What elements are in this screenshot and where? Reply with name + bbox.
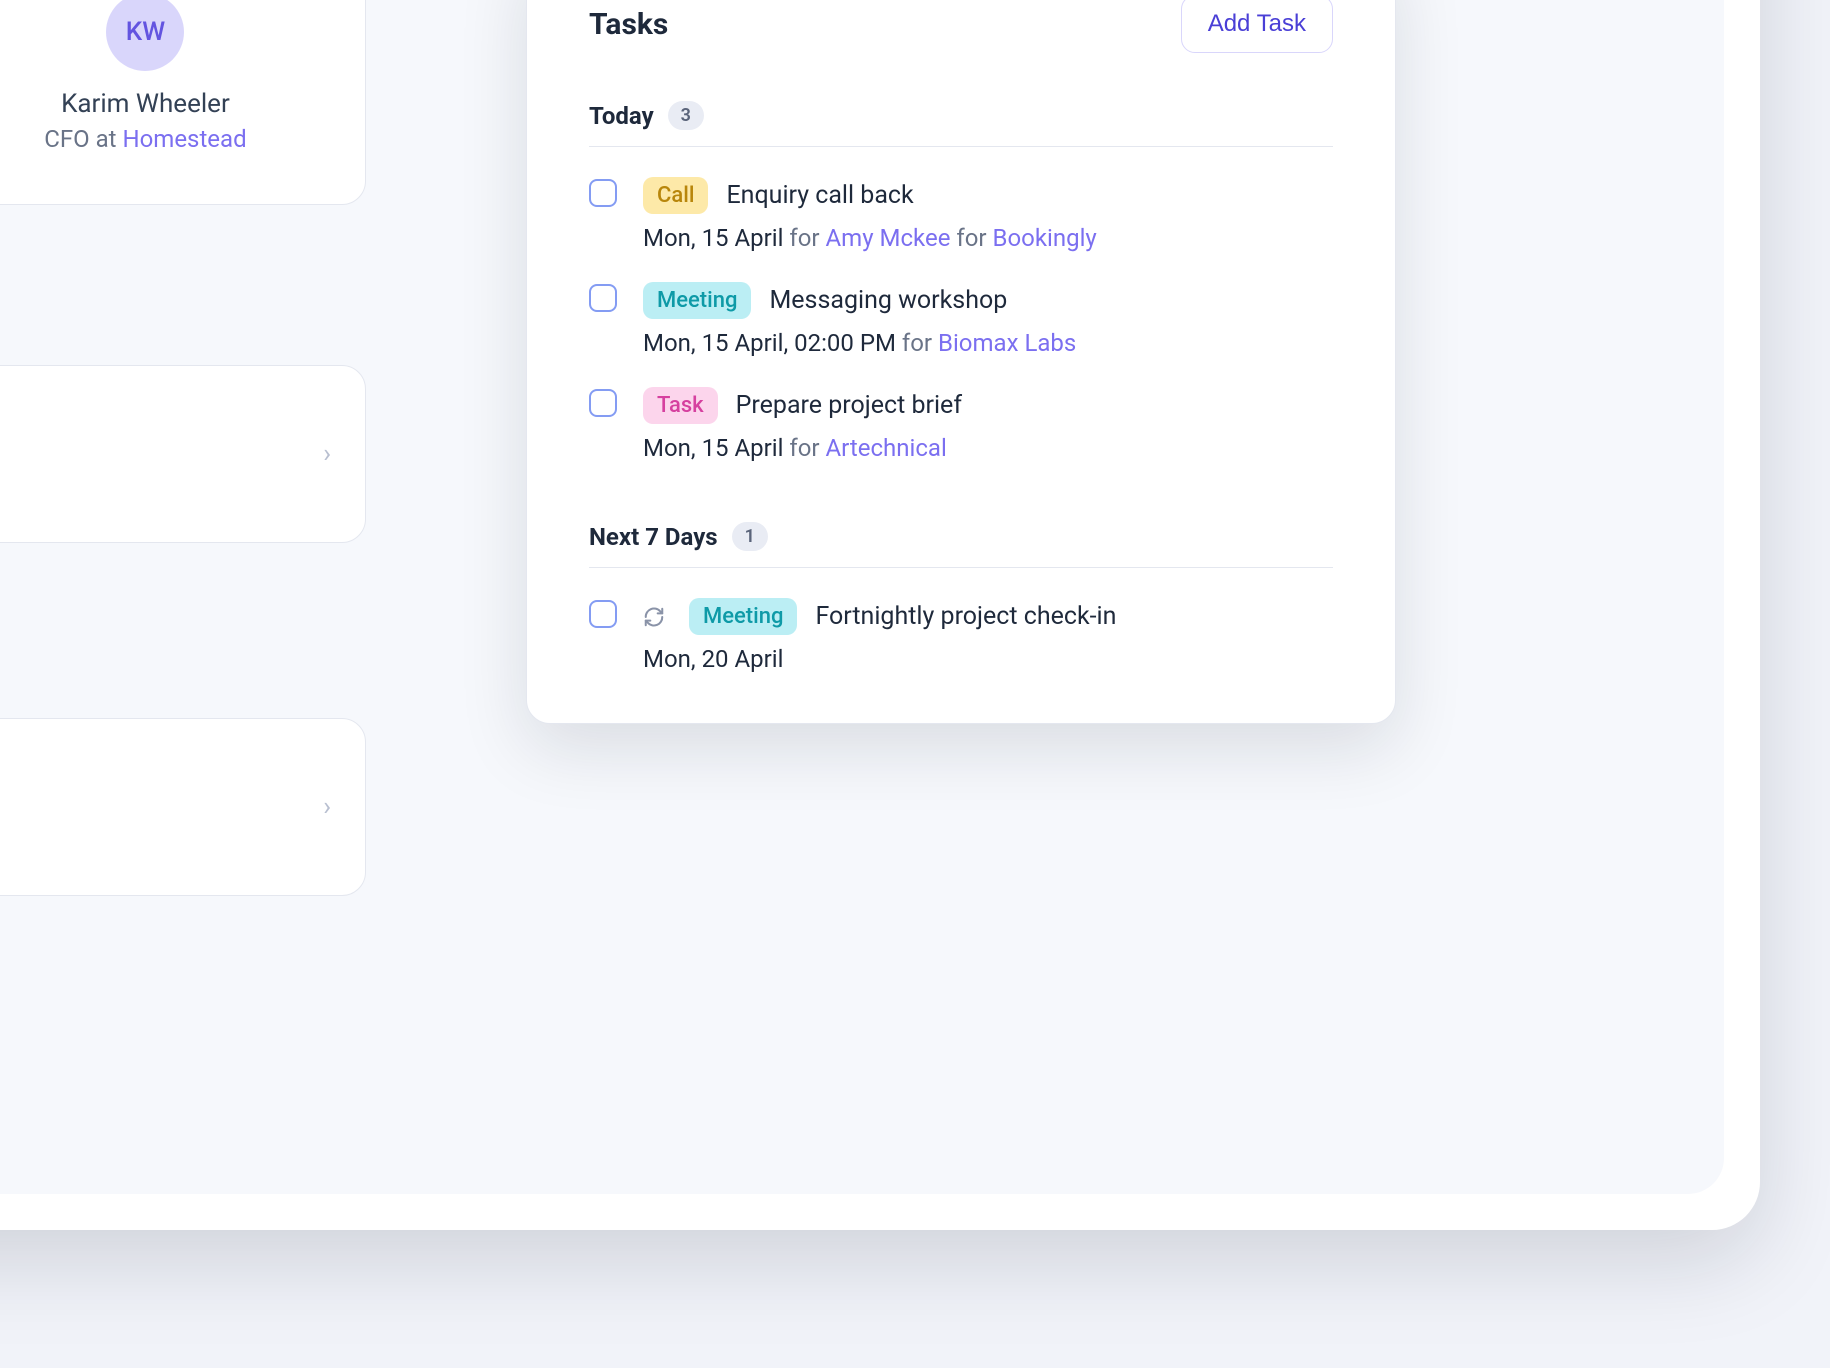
task-tag: Meeting bbox=[689, 598, 797, 635]
task-subtitle: Mon, 20 April bbox=[643, 645, 1333, 673]
chevron-right-icon: › bbox=[323, 439, 331, 469]
chevron-right-icon: › bbox=[323, 792, 331, 822]
stat-tile-stale[interactable]: Stale $9,000 › bbox=[0, 718, 366, 896]
task-tag: Call bbox=[643, 177, 708, 214]
stat-label: Stale bbox=[0, 753, 325, 782]
person-card[interactable]: KW Karim Wheeler CFO at Homestead bbox=[15, 0, 275, 153]
count-badge: 1 bbox=[732, 522, 768, 551]
stat-value: $9,000 bbox=[0, 800, 325, 857]
count-badge: 3 bbox=[668, 101, 704, 130]
task-title[interactable]: Prepare project brief bbox=[736, 391, 962, 420]
task-subtitle: Mon, 15 April for Artechnical bbox=[643, 434, 1333, 462]
tasks-card: Tasks Add Task Today 3 Call bbox=[526, 0, 1396, 724]
stat-value: 16 bbox=[0, 447, 325, 504]
task-title[interactable]: Enquiry call back bbox=[726, 181, 913, 210]
device-frame: nical IC Ibraheem Clay KW Karim Wheeler … bbox=[0, 0, 1760, 1230]
recurring-icon bbox=[643, 606, 665, 628]
task-title[interactable]: Fortnightly project check-in bbox=[815, 602, 1116, 631]
org-link[interactable]: Homestead bbox=[122, 125, 246, 153]
section-title-today: Today bbox=[589, 102, 654, 130]
divider bbox=[589, 146, 1333, 147]
task-row: Meeting Messaging workshop Mon, 15 April… bbox=[589, 282, 1333, 357]
task-checkbox[interactable] bbox=[589, 284, 617, 312]
task-row: Task Prepare project brief Mon, 15 April… bbox=[589, 387, 1333, 462]
avatar: KW bbox=[106, 0, 184, 71]
people-card: nical IC Ibraheem Clay KW Karim Wheeler … bbox=[0, 0, 366, 205]
task-tag: Task bbox=[643, 387, 718, 424]
org-link[interactable]: Artechnical bbox=[826, 434, 947, 462]
stat-label: Emails sent this week bbox=[0, 400, 325, 429]
add-task-button[interactable]: Add Task bbox=[1181, 0, 1333, 53]
divider bbox=[589, 567, 1333, 568]
task-checkbox[interactable] bbox=[589, 389, 617, 417]
stat-tile-emails[interactable]: Emails sent this week 16 › bbox=[0, 365, 366, 543]
task-row: Meeting Fortnightly project check-in Mon… bbox=[589, 598, 1333, 673]
person-role: CFO at Homestead bbox=[44, 125, 246, 153]
tasks-title: Tasks bbox=[589, 7, 668, 42]
org-link[interactable]: Biomax Labs bbox=[938, 329, 1076, 357]
org-link[interactable]: Bookingly bbox=[993, 224, 1097, 252]
task-row: Call Enquiry call back Mon, 15 April for… bbox=[589, 177, 1333, 252]
task-checkbox[interactable] bbox=[589, 179, 617, 207]
task-subtitle: Mon, 15 April, 02:00 PM for Biomax Labs bbox=[643, 329, 1333, 357]
task-tag: Meeting bbox=[643, 282, 751, 319]
task-subtitle: Mon, 15 April for Amy Mckee for Bookingl… bbox=[643, 224, 1333, 252]
section-title-next7: Next 7 Days bbox=[589, 523, 718, 551]
task-checkbox[interactable] bbox=[589, 600, 617, 628]
person-name: Karim Wheeler bbox=[61, 89, 230, 119]
person-link[interactable]: Amy Mckee bbox=[826, 224, 951, 252]
task-title[interactable]: Messaging workshop bbox=[769, 286, 1007, 315]
